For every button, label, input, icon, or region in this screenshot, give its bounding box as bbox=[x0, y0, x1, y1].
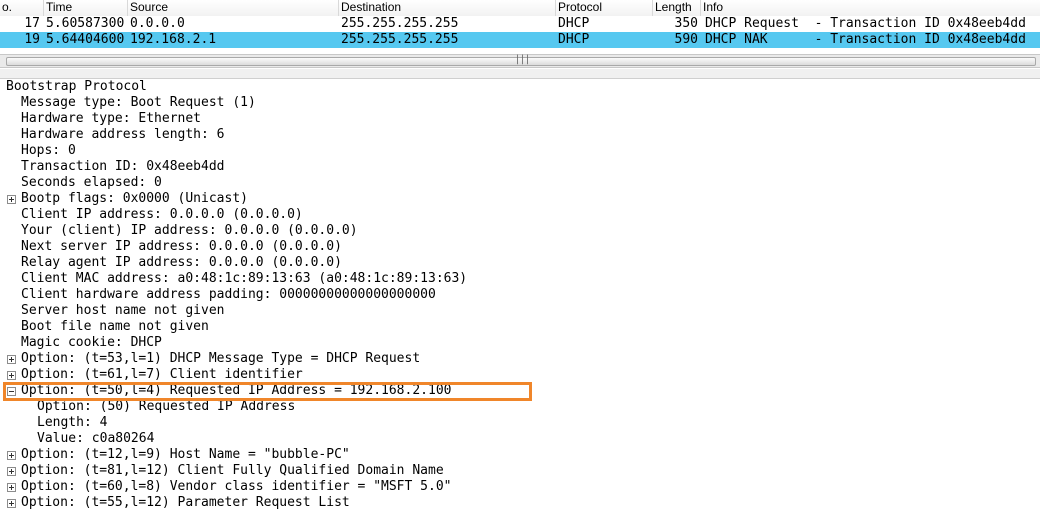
tree-item[interactable]: Server host name not given bbox=[0, 303, 1040, 319]
expand-icon[interactable] bbox=[7, 195, 16, 204]
tree-item-label: Message type: Boot Request (1) bbox=[21, 95, 256, 110]
tree-item-label: Seconds elapsed: 0 bbox=[21, 175, 162, 190]
expand-icon[interactable] bbox=[7, 355, 16, 364]
packet-cell-time: 5.60587300 bbox=[46, 16, 125, 31]
tree-item[interactable]: Magic cookie: DHCP bbox=[0, 335, 1040, 351]
highlight-box bbox=[3, 382, 532, 401]
packet-details-tree: Bootstrap Protocol Message type: Boot Re… bbox=[0, 79, 1040, 510]
tree-item[interactable]: Client MAC address: a0:48:1c:89:13:63 (a… bbox=[0, 271, 1040, 287]
packet-list: o. Time Source Destination Protocol Leng… bbox=[0, 0, 1040, 69]
expand-icon[interactable] bbox=[7, 451, 16, 460]
column-header-source[interactable]: Source bbox=[128, 0, 339, 16]
pane-splitter[interactable] bbox=[0, 69, 1040, 79]
tree-item[interactable]: Option: (t=61,l=7) Client identifier bbox=[0, 367, 1040, 383]
packet-cell-destination: 255.255.255.255 bbox=[341, 32, 459, 47]
packet-cell-source: 192.168.2.1 bbox=[130, 32, 217, 47]
tree-item[interactable]: Client IP address: 0.0.0.0 (0.0.0.0) bbox=[0, 207, 1040, 223]
tree-item-label: Transaction ID: 0x48eeb4dd bbox=[21, 159, 225, 174]
tree-item[interactable]: Option: (50) Requested IP Address bbox=[0, 399, 1040, 415]
packet-cell-protocol: DHCP bbox=[558, 32, 590, 47]
tree-item[interactable]: Boot file name not given bbox=[0, 319, 1040, 335]
column-header-time[interactable]: Time bbox=[44, 0, 128, 16]
tree-item-label: Client MAC address: a0:48:1c:89:13:63 (a… bbox=[21, 271, 468, 286]
tree-item-label: Magic cookie: DHCP bbox=[21, 335, 162, 350]
tree-item[interactable]: Hardware address length: 6 bbox=[0, 127, 1040, 143]
tree-item-label: Option: (t=12,l=9) Host Name = "bubble-P… bbox=[21, 447, 350, 462]
packet-cell-protocol: DHCP bbox=[558, 16, 590, 31]
tree-item[interactable]: Hardware type: Ethernet bbox=[0, 111, 1040, 127]
column-header-length[interactable]: Length bbox=[653, 0, 701, 16]
tree-item[interactable]: Relay agent IP address: 0.0.0.0 (0.0.0.0… bbox=[0, 255, 1040, 271]
column-header-info[interactable]: Info bbox=[701, 0, 1040, 16]
tree-item[interactable]: Option: (t=55,l=12) Parameter Request Li… bbox=[0, 495, 1040, 510]
tree-item-label: Option: (t=61,l=7) Client identifier bbox=[21, 367, 303, 382]
packet-row[interactable]: 17 5.60587300 0.0.0.0 255.255.255.255 DHCP 35… bbox=[0, 16, 1040, 32]
tree-root-bootstrap-protocol[interactable]: Bootstrap Protocol bbox=[6, 79, 1040, 95]
packet-cell-destination: 255.255.255.255 bbox=[341, 16, 459, 31]
tree-item-label: Relay agent IP address: 0.0.0.0 (0.0.0.0… bbox=[21, 255, 342, 270]
tree-item-label: Length: 4 bbox=[37, 415, 108, 430]
tree-item[interactable]: Message type: Boot Request (1) bbox=[0, 95, 1040, 111]
tree-item-label: Your (client) IP address: 0.0.0.0 (0.0.0… bbox=[21, 223, 358, 238]
column-header-protocol[interactable]: Protocol bbox=[556, 0, 653, 16]
tree-item[interactable]: Next server IP address: 0.0.0.0 (0.0.0.0… bbox=[0, 239, 1040, 255]
tree-item-label: Bootp flags: 0x0000 (Unicast) bbox=[21, 191, 248, 206]
horizontal-scrollbar[interactable]: ||| bbox=[0, 54, 1040, 68]
packet-cell-no: 19 bbox=[24, 32, 40, 47]
tree-item-label: Next server IP address: 0.0.0.0 (0.0.0.0… bbox=[21, 239, 342, 254]
packet-cell-length: 350 bbox=[674, 16, 698, 31]
expand-icon[interactable] bbox=[7, 467, 16, 476]
tree-item-label: Option: (t=55,l=12) Parameter Request Li… bbox=[21, 495, 350, 510]
tree-item[interactable]: Transaction ID: 0x48eeb4dd bbox=[0, 159, 1040, 175]
packet-cell-length: 590 bbox=[674, 32, 698, 47]
tree-item[interactable]: Your (client) IP address: 0.0.0.0 (0.0.0… bbox=[0, 223, 1040, 239]
tree-item[interactable]: Option: (t=53,l=1) DHCP Message Type = D… bbox=[0, 351, 1040, 367]
tree-item-label: Option: (t=81,l=12) Client Fully Qualifi… bbox=[21, 463, 444, 478]
tree-item[interactable]: Hops: 0 bbox=[0, 143, 1040, 159]
tree-item[interactable]: Bootp flags: 0x0000 (Unicast) bbox=[0, 191, 1040, 207]
packet-cell-info: DHCP Request - Transaction ID 0x48eeb4dd bbox=[705, 16, 1026, 31]
packet-cell-no: 17 bbox=[24, 16, 40, 31]
tree-item-label: Client IP address: 0.0.0.0 (0.0.0.0) bbox=[21, 207, 303, 222]
tree-item[interactable]: Option: (t=81,l=12) Client Fully Qualifi… bbox=[0, 463, 1040, 479]
tree-item-label: Option: (t=60,l=8) Vendor class identifi… bbox=[21, 479, 452, 494]
column-header-destination[interactable]: Destination bbox=[339, 0, 556, 16]
tree-item[interactable]: Option: (t=60,l=8) Vendor class identifi… bbox=[0, 479, 1040, 495]
tree-item-label: Hardware type: Ethernet bbox=[21, 111, 202, 126]
packet-cell-time: 5.64404600 bbox=[46, 32, 125, 47]
expand-icon[interactable] bbox=[7, 483, 16, 492]
scrollbar-thumb[interactable]: ||| bbox=[6, 54, 1036, 66]
tree-item[interactable]: Option: (t=12,l=9) Host Name = "bubble-P… bbox=[0, 447, 1040, 463]
tree-item-label: Server host name not given bbox=[21, 303, 225, 318]
tree-item-label: Hardware address length: 6 bbox=[21, 127, 225, 142]
tree-item[interactable]: Length: 4 bbox=[0, 415, 1040, 431]
tree-item-label: Boot file name not given bbox=[21, 319, 209, 334]
tree-item-label: Client hardware address padding: 0000000… bbox=[21, 287, 436, 302]
packet-cell-source: 0.0.0.0 bbox=[130, 16, 185, 31]
scrollbar-grip-icon: ||| bbox=[514, 54, 530, 65]
packet-list-header: o. Time Source Destination Protocol Leng… bbox=[0, 0, 1040, 16]
tree-item-label: Option: (t=53,l=1) DHCP Message Type = D… bbox=[21, 351, 421, 366]
tree-item-label: Value: c0a80264 bbox=[37, 431, 155, 446]
tree-item-label: Hops: 0 bbox=[21, 143, 76, 158]
packet-cell-info: DHCP NAK - Transaction ID 0x48eeb4dd bbox=[705, 32, 1026, 47]
packet-row[interactable]: 19 5.64404600 192.168.2.1 255.255.255.255 DH… bbox=[0, 32, 1040, 48]
column-header-no[interactable]: o. bbox=[0, 0, 44, 16]
tree-item[interactable]: Value: c0a80264 bbox=[0, 431, 1040, 447]
tree-item[interactable]: Client hardware address padding: 0000000… bbox=[0, 287, 1040, 303]
expand-icon[interactable] bbox=[7, 499, 16, 508]
tree-item-label: Option: (50) Requested IP Address bbox=[37, 399, 296, 414]
expand-icon[interactable] bbox=[7, 371, 16, 380]
tree-item[interactable]: Seconds elapsed: 0 bbox=[0, 175, 1040, 191]
